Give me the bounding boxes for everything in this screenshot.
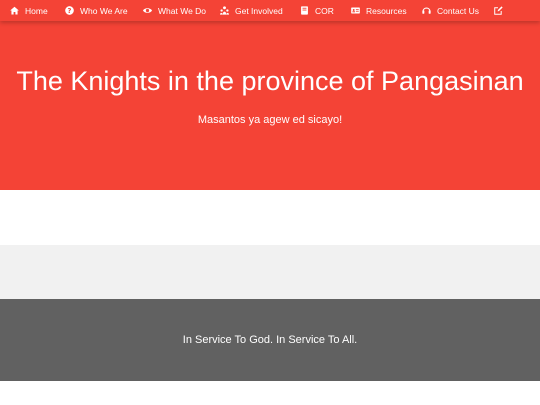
nav-who-we-are[interactable]: ? Who We Are [65,0,128,21]
hero-greeting: Masantos ya agew ed sicayo! [197,114,343,126]
nav-what-we-do-label: What We Do [158,5,207,16]
id-card-icon [351,7,360,14]
book-icon [301,6,308,15]
nav-cor[interactable]: COR [300,0,334,21]
nav-who-we-are-label: Who We Are [80,5,128,16]
headset-icon [422,7,431,14]
nav-cor-label: COR [315,5,334,16]
footer: In Service To God. In Service To All. [0,299,540,381]
light-section [0,245,540,299]
eye-icon [143,8,152,13]
footer-motto: In Service To God. In Service To All. [182,334,358,346]
nav-resources-label: Resources [366,5,407,16]
nav-resources[interactable]: Resources [351,0,407,21]
people-icon [220,6,229,15]
question-circle-icon: ? [65,6,74,15]
nav-what-we-do[interactable]: What We Do [143,0,206,21]
nav-get-involved[interactable]: Get Involved [220,0,283,21]
content-section [0,190,540,245]
top-navigation-bar: Home ? Who We Are What We Do Get Involve… [0,0,540,21]
svg-text:?: ? [68,7,72,15]
bottom-spacer [0,381,540,405]
home-icon [10,6,19,15]
edit-icon [494,6,503,15]
nav-contact-us-label: Contact Us [437,5,480,16]
nav-get-involved-label: Get Involved [235,5,283,16]
nav-home[interactable]: Home [10,0,48,21]
nav-edit-icon-wrap [494,6,503,15]
nav-edit[interactable] [494,0,503,21]
nav-contact-us[interactable]: Contact Us [422,0,479,21]
page-title: The Knights in the province of Pangasina… [16,66,524,96]
nav-home-label: Home [25,5,48,16]
hero-banner: The Knights in the province of Pangasina… [0,21,540,190]
